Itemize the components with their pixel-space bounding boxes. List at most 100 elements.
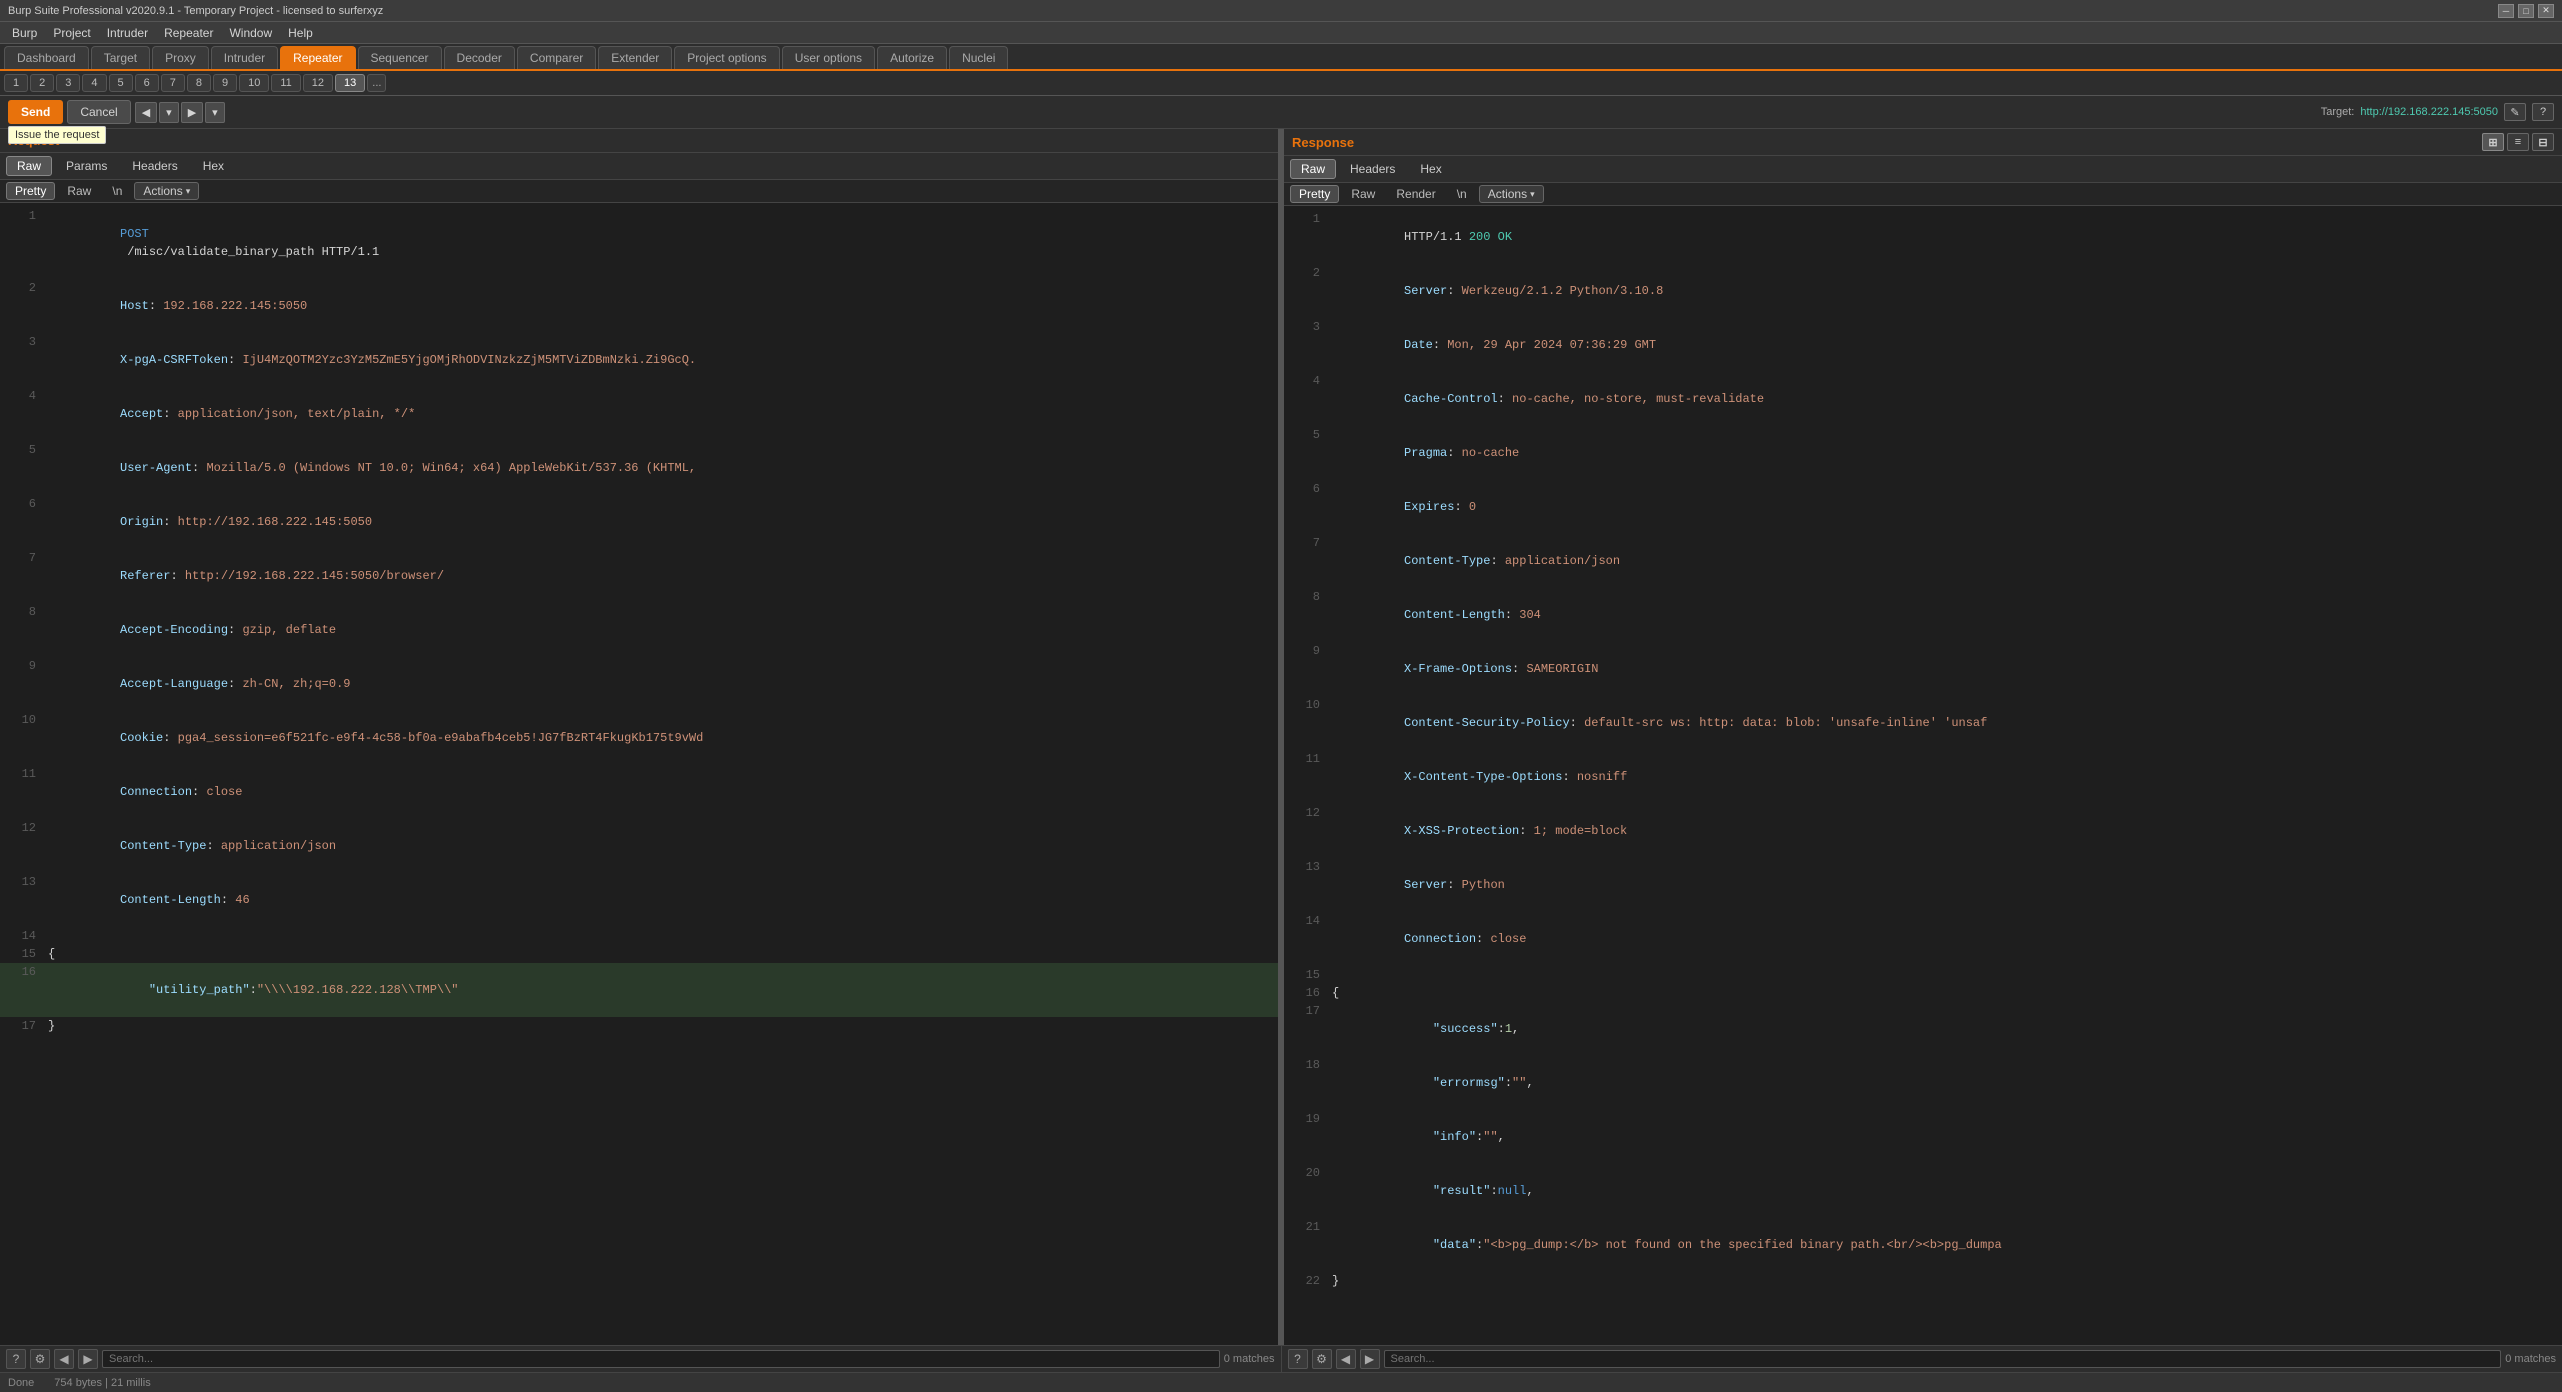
nav-prev-button[interactable]: ◀ bbox=[135, 102, 157, 123]
tab-dashboard[interactable]: Dashboard bbox=[4, 46, 89, 69]
rep-tab-more[interactable]: ... bbox=[367, 74, 386, 92]
req-actions-button[interactable]: Actions ▾ bbox=[134, 182, 199, 200]
menu-project[interactable]: Project bbox=[45, 24, 98, 42]
req-inner-tab-pretty[interactable]: Pretty bbox=[6, 182, 55, 200]
res-settings-icon[interactable]: ⚙ bbox=[1312, 1349, 1332, 1369]
rep-tab-12[interactable]: 12 bbox=[303, 74, 333, 92]
rep-tab-6[interactable]: 6 bbox=[135, 74, 159, 92]
nav-prev-dropdown[interactable]: ▾ bbox=[159, 102, 179, 123]
help-button[interactable]: ? bbox=[2532, 103, 2554, 121]
tab-sequencer[interactable]: Sequencer bbox=[358, 46, 442, 69]
response-inner-tabs: Pretty Raw Render \n Actions ▾ bbox=[1284, 183, 2562, 206]
req-inner-tab-newline[interactable]: \n bbox=[103, 182, 131, 200]
tab-target[interactable]: Target bbox=[91, 46, 150, 69]
view-single-button[interactable]: ⊟ bbox=[2532, 133, 2554, 151]
view-split-button[interactable]: ⊞ bbox=[2482, 133, 2504, 151]
maximize-button[interactable]: □ bbox=[2518, 4, 2534, 18]
res-inner-tab-pretty[interactable]: Pretty bbox=[1290, 185, 1339, 203]
tab-proxy[interactable]: Proxy bbox=[152, 46, 209, 69]
res-actions-button[interactable]: Actions ▾ bbox=[1479, 185, 1544, 203]
req-settings-icon[interactable]: ⚙ bbox=[30, 1349, 50, 1369]
response-info: 754 bytes | 21 millis bbox=[54, 1377, 150, 1389]
target-info: Target: http://192.168.222.145:5050 ✎ ? bbox=[2321, 103, 2554, 121]
res-line-6: 6 Expires: 0 bbox=[1284, 480, 2562, 534]
res-forward-icon[interactable]: ▶ bbox=[1360, 1349, 1380, 1369]
rep-tab-1[interactable]: 1 bbox=[4, 74, 28, 92]
res-actions-label: Actions bbox=[1488, 187, 1527, 201]
res-line-13: 13 Server: Python bbox=[1284, 858, 2562, 912]
req-line-16: 16 "utility_path":"\\\\192.168.222.128\\… bbox=[0, 963, 1278, 1017]
tab-nuclei[interactable]: Nuclei bbox=[949, 46, 1008, 69]
nav-buttons: ◀ ▾ ▶ ▾ bbox=[135, 102, 225, 123]
req-sub-tab-params[interactable]: Params bbox=[55, 156, 118, 176]
close-button[interactable]: ✕ bbox=[2538, 4, 2554, 18]
req-line-17: 17 } bbox=[0, 1017, 1278, 1035]
req-line-7: 7 Referer: http://192.168.222.145:5050/b… bbox=[0, 549, 1278, 603]
req-forward-icon[interactable]: ▶ bbox=[78, 1349, 98, 1369]
send-button[interactable]: Send bbox=[8, 100, 63, 124]
res-line-3: 3 Date: Mon, 29 Apr 2024 07:36:29 GMT bbox=[1284, 318, 2562, 372]
res-line-15: 15 bbox=[1284, 966, 2562, 984]
tab-autorize[interactable]: Autorize bbox=[877, 46, 947, 69]
edit-target-button[interactable]: ✎ bbox=[2504, 103, 2526, 121]
menu-burp[interactable]: Burp bbox=[4, 24, 45, 42]
res-line-12: 12 X-XSS-Protection: 1; mode=block bbox=[1284, 804, 2562, 858]
rep-tab-7[interactable]: 7 bbox=[161, 74, 185, 92]
res-sub-tab-raw[interactable]: Raw bbox=[1290, 159, 1336, 179]
rep-tab-9[interactable]: 9 bbox=[213, 74, 237, 92]
res-inner-tab-render[interactable]: Render bbox=[1387, 185, 1444, 203]
menu-window[interactable]: Window bbox=[221, 24, 280, 42]
res-help-icon[interactable]: ? bbox=[1288, 1349, 1308, 1369]
response-code-area[interactable]: 1 HTTP/1.1 200 OK 2 Server: Werkzeug/2.1… bbox=[1284, 206, 2562, 1345]
req-line-15: 15 { bbox=[0, 945, 1278, 963]
res-line-16: 16 { bbox=[1284, 984, 2562, 1002]
view-horizontal-button[interactable]: ≡ bbox=[2507, 133, 2529, 151]
menu-intruder[interactable]: Intruder bbox=[99, 24, 156, 42]
res-inner-tab-newline[interactable]: \n bbox=[1448, 185, 1476, 203]
rep-tab-11[interactable]: 11 bbox=[271, 74, 300, 92]
req-search-input[interactable] bbox=[102, 1350, 1220, 1368]
menu-help[interactable]: Help bbox=[280, 24, 321, 42]
tab-intruder[interactable]: Intruder bbox=[211, 46, 278, 69]
tab-user-options[interactable]: User options bbox=[782, 46, 875, 69]
rep-tab-10[interactable]: 10 bbox=[239, 74, 269, 92]
req-inner-tab-raw[interactable]: Raw bbox=[58, 182, 100, 200]
tab-extender[interactable]: Extender bbox=[598, 46, 672, 69]
tab-repeater[interactable]: Repeater bbox=[280, 46, 355, 69]
request-panel: Request Raw Params Headers Hex Pretty Ra… bbox=[0, 129, 1280, 1345]
res-sub-tab-hex[interactable]: Hex bbox=[1409, 159, 1452, 179]
minimize-button[interactable]: ─ bbox=[2498, 4, 2514, 18]
target-url: http://192.168.222.145:5050 bbox=[2360, 106, 2498, 118]
rep-tab-3[interactable]: 3 bbox=[56, 74, 80, 92]
req-sub-tab-raw[interactable]: Raw bbox=[6, 156, 52, 176]
res-search-input[interactable] bbox=[1384, 1350, 2502, 1368]
res-back-icon[interactable]: ◀ bbox=[1336, 1349, 1356, 1369]
req-back-icon[interactable]: ◀ bbox=[54, 1349, 74, 1369]
nav-next-button[interactable]: ▶ bbox=[181, 102, 203, 123]
rep-tab-4[interactable]: 4 bbox=[82, 74, 106, 92]
request-code-area[interactable]: 1 POST /misc/validate_binary_path HTTP/1… bbox=[0, 203, 1278, 1345]
rep-tab-2[interactable]: 2 bbox=[30, 74, 54, 92]
response-panel: Response ⊞ ≡ ⊟ Raw Headers Hex Pretty Ra… bbox=[1284, 129, 2562, 1345]
res-line-7: 7 Content-Type: application/json bbox=[1284, 534, 2562, 588]
tab-decoder[interactable]: Decoder bbox=[444, 46, 515, 69]
tab-comparer[interactable]: Comparer bbox=[517, 46, 596, 69]
rep-tab-13[interactable]: 13 bbox=[335, 74, 365, 92]
tab-project-options[interactable]: Project options bbox=[674, 46, 779, 69]
req-help-icon[interactable]: ? bbox=[6, 1349, 26, 1369]
res-line-4: 4 Cache-Control: no-cache, no-store, mus… bbox=[1284, 372, 2562, 426]
rep-tab-8[interactable]: 8 bbox=[187, 74, 211, 92]
res-inner-tab-raw[interactable]: Raw bbox=[1342, 185, 1384, 203]
menu-repeater[interactable]: Repeater bbox=[156, 24, 221, 42]
rep-tab-5[interactable]: 5 bbox=[109, 74, 133, 92]
res-line-17: 17 "success":1, bbox=[1284, 1002, 2562, 1056]
req-sub-tab-headers[interactable]: Headers bbox=[121, 156, 188, 176]
res-sub-tab-headers[interactable]: Headers bbox=[1339, 159, 1406, 179]
toolbar: Send Issue the request Cancel ◀ ▾ ▶ ▾ Ta… bbox=[0, 96, 2562, 129]
nav-next-dropdown[interactable]: ▾ bbox=[205, 102, 225, 123]
target-label: Target: bbox=[2321, 106, 2355, 118]
req-sub-tab-hex[interactable]: Hex bbox=[192, 156, 235, 176]
req-actions-label: Actions bbox=[143, 184, 182, 198]
req-line-10: 10 Cookie: pga4_session=e6f521fc-e9f4-4c… bbox=[0, 711, 1278, 765]
cancel-button[interactable]: Cancel bbox=[67, 100, 130, 124]
